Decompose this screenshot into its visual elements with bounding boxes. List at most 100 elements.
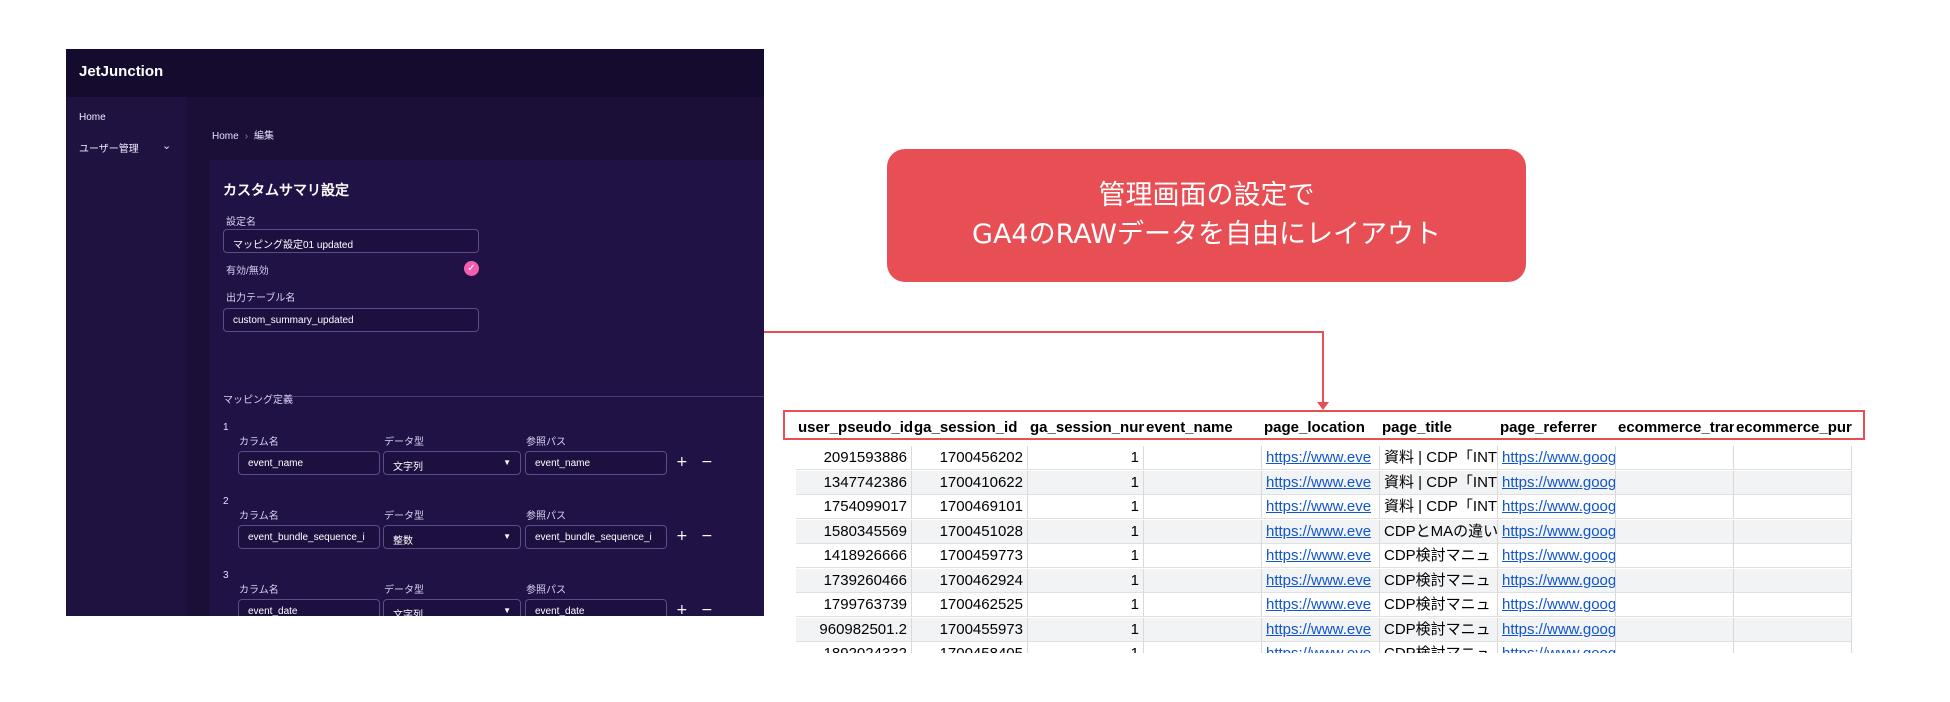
table-cell: CDP検討マニュ <box>1380 617 1498 642</box>
table-cell: 1580345569 <box>796 519 912 544</box>
app-header: JetJunction <box>66 49 764 97</box>
table-cell-link[interactable]: https://www.google.com/ <box>1498 446 1616 470</box>
column-name-input[interactable]: event_bundle_sequence_i <box>238 525 380 549</box>
table-cell-link[interactable]: https://www.eve <box>1262 617 1380 642</box>
table-cell: 1 <box>1028 593 1144 617</box>
sidebar-item-home[interactable]: Home <box>79 112 106 123</box>
add-row-button[interactable]: + <box>676 454 688 470</box>
table-cell <box>1734 593 1852 617</box>
table-cell-link[interactable]: https://www.eve <box>1262 495 1380 519</box>
remove-row-button[interactable]: − <box>701 528 713 544</box>
table-cell: 1700469101 <box>912 495 1028 519</box>
table-cell: 資料 | CDP「INT <box>1380 470 1498 495</box>
column-header[interactable]: ga_session_id <box>912 413 1028 443</box>
table-cell-link[interactable]: https://www.google.com/ <box>1498 568 1616 593</box>
column-header[interactable]: event_name <box>1144 413 1262 443</box>
breadcrumb-home[interactable]: Home <box>212 131 239 142</box>
remove-row-button[interactable]: − <box>701 454 713 470</box>
add-row-button[interactable]: + <box>676 528 688 544</box>
table-cell: 1700451028 <box>912 519 1028 544</box>
sidebar-item-user-management[interactable]: ユーザー管理 <box>79 140 139 155</box>
table-cell-link[interactable]: https://www.eve <box>1262 544 1380 568</box>
table-cell <box>1144 593 1262 617</box>
table-cell: 1 <box>1028 617 1144 642</box>
column-header[interactable]: user_pseudo_id <box>796 413 912 443</box>
table-cell: 1754099017 <box>796 495 912 519</box>
table-cell <box>1734 495 1852 519</box>
column-header[interactable]: ecommerce_pur <box>1734 413 1852 443</box>
chevron-down-icon[interactable]: ⌄ <box>162 139 171 152</box>
column-name-input[interactable]: event_date <box>238 599 380 616</box>
table-cell: 1700456202 <box>912 446 1028 470</box>
table-cell-link[interactable]: https://www.google.com/ <box>1498 495 1616 519</box>
table-cell: 1700458405 <box>912 642 1028 653</box>
breadcrumb: Home › 編集 <box>212 127 274 142</box>
mapping-row-number: 3 <box>223 570 229 581</box>
table-cell: 1 <box>1028 519 1144 544</box>
column-header[interactable]: ga_session_num <box>1028 413 1144 443</box>
admin-app-window: JetJunction Home ユーザー管理 ⌄ Home › 編集 カスタムサマ… <box>66 49 764 616</box>
table-cell <box>1144 495 1262 519</box>
table-cell-link[interactable]: https://www.google.com/ <box>1498 544 1616 568</box>
table-cell: 1700410622 <box>912 470 1028 495</box>
table-cell: 1347742386 <box>796 470 912 495</box>
column-name-label: カラム名 <box>239 511 279 522</box>
table-cell-link[interactable]: https://www.google.com/ <box>1498 519 1616 544</box>
remove-row-button[interactable]: − <box>701 602 713 616</box>
column-header[interactable]: page_location <box>1262 413 1380 443</box>
caret-down-icon: ▼ <box>503 606 511 615</box>
reference-path-input[interactable]: event_bundle_sequence_i <box>525 525 667 549</box>
add-row-button[interactable]: + <box>676 602 688 616</box>
table-cell <box>1734 642 1852 653</box>
output-table-input[interactable]: custom_summary_updated <box>223 308 479 332</box>
table-cell <box>1144 642 1262 653</box>
mapping-row-number: 1 <box>223 422 229 433</box>
reference-path-input[interactable]: event_date <box>525 599 667 616</box>
data-type-select[interactable]: 整数 ▼ <box>383 525 521 549</box>
table-cell-link[interactable]: https://www.google.com/ <box>1498 470 1616 495</box>
table-cell-link[interactable]: https://www.google.com/ <box>1498 593 1616 617</box>
column-header[interactable]: page_referrer <box>1498 413 1616 443</box>
data-type-select[interactable]: 文字列 ▼ <box>383 451 521 475</box>
column-header[interactable]: page_title <box>1380 413 1498 443</box>
column-header[interactable]: ecommerce_tran <box>1616 413 1734 443</box>
table-cell: CDP検討マニュ <box>1380 568 1498 593</box>
mapping-row-number: 2 <box>223 496 229 507</box>
data-type-label: データ型 <box>384 511 424 522</box>
table-cell-link[interactable]: https://www.google.com/ <box>1498 617 1616 642</box>
data-type-select[interactable]: 文字列 ▼ <box>383 599 521 616</box>
table-cell: 1799763739 <box>796 593 912 617</box>
table-cell: 1 <box>1028 446 1144 470</box>
reference-path-input[interactable]: event_name <box>525 451 667 475</box>
table-cell-link[interactable]: https://www.eve <box>1262 446 1380 470</box>
table-cell <box>1616 568 1734 593</box>
enabled-check-icon[interactable]: ✓ <box>464 261 479 276</box>
setting-name-input[interactable]: マッピング設定01 updated <box>223 229 479 253</box>
table-cell-link[interactable]: https://www.eve <box>1262 593 1380 617</box>
table-cell <box>1734 568 1852 593</box>
caret-down-icon: ▼ <box>503 532 511 541</box>
setting-name-label: 設定名 <box>226 217 256 228</box>
data-type-value: 文字列 <box>393 610 423 616</box>
table-cell-link[interactable]: https://www.eve <box>1262 470 1380 495</box>
table-cell-link[interactable]: https://www.google.com/ <box>1498 642 1616 653</box>
table-cell-link[interactable]: https://www.eve <box>1262 519 1380 544</box>
table-cell-link[interactable]: https://www.eve <box>1262 568 1380 593</box>
table-row: 1418926666 1700459773 1 https://www.eve CDP検… <box>796 544 1852 568</box>
column-name-input[interactable]: event_name <box>238 451 380 475</box>
table-row: 1799763739 1700462525 1 https://www.eve CDP検… <box>796 593 1852 617</box>
table-cell: 1 <box>1028 470 1144 495</box>
table-cell: 1700455973 <box>912 617 1028 642</box>
table-cell <box>1144 568 1262 593</box>
breadcrumb-current: 編集 <box>254 131 275 142</box>
divider <box>292 396 764 397</box>
caret-down-icon: ▼ <box>503 458 511 467</box>
table-cell <box>1616 446 1734 470</box>
data-type-value: 文字列 <box>393 462 423 473</box>
table-cell <box>1144 617 1262 642</box>
table-cell: 1700459773 <box>912 544 1028 568</box>
table-cell: 2091593886 <box>796 446 912 470</box>
table-row: 1347742386 1700410622 1 https://www.eve 資料 |… <box>796 470 1852 495</box>
table-cell <box>1734 544 1852 568</box>
table-cell-link[interactable]: https://www.eve <box>1262 642 1380 653</box>
